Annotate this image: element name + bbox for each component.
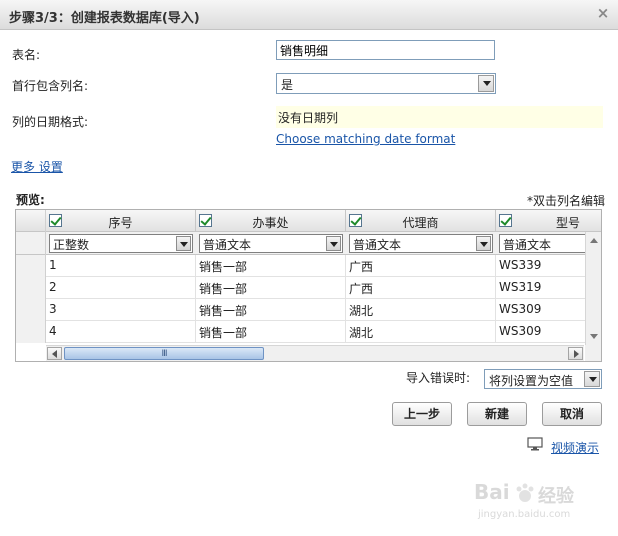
date-format-label: 列的日期格式: <box>12 115 89 129</box>
column-type-row: 正整数 普通文本 普通文本 普通文本 <box>16 232 601 255</box>
scroll-up-icon[interactable] <box>590 238 598 243</box>
chevron-down-icon[interactable] <box>478 75 494 92</box>
column-name[interactable]: 序号 <box>46 214 195 231</box>
scrollbar-corner <box>585 345 601 361</box>
checkbox-checked-icon[interactable] <box>499 214 512 227</box>
prev-step-button[interactable]: 上一步 <box>392 402 452 426</box>
table-cell: WS339 <box>499 258 542 272</box>
more-settings-link[interactable]: 更多 设置 <box>11 158 63 175</box>
table-name-label: 表名: <box>12 48 41 62</box>
column-type-value: 普通文本 <box>353 238 402 252</box>
column-type-select[interactable]: 普通文本 <box>499 234 599 253</box>
column-type-value: 正整数 <box>53 238 90 252</box>
paw-icon <box>516 483 534 502</box>
date-format-value: 没有日期列 <box>276 106 603 128</box>
table-cell: 销售一部 <box>196 277 346 299</box>
preview-grid: 序号 办事处 代理商 型号 正整数 普通文本 普通文本 普通文本 1 销售一部 … <box>15 209 602 362</box>
table-cell: 销售一部 <box>196 299 346 321</box>
table-cell: WS309 <box>499 302 542 316</box>
cancel-button[interactable]: 取消 <box>542 402 602 426</box>
table-cell: 湖北 <box>346 299 496 321</box>
table-cell: 销售一部 <box>196 255 346 277</box>
preview-hint: *双击列名编辑 <box>527 194 606 208</box>
column-type-select[interactable]: 普通文本 <box>349 234 493 253</box>
table-cell: 湖北 <box>346 321 496 343</box>
scroll-right-icon[interactable] <box>568 347 583 360</box>
close-icon[interactable]: × <box>596 5 610 21</box>
table-cell: 3 <box>46 299 196 321</box>
row-number-cell <box>16 255 46 277</box>
table-cell: 1 <box>46 255 196 277</box>
dialog-title: 步骤3/3：创建报表数据库(导入) <box>9 11 200 26</box>
watermark-url: jingyan.baidu.com <box>478 509 571 520</box>
first-row-label: 首行包含列名: <box>12 79 89 93</box>
dialog-titlebar: 步骤3/3：创建报表数据库(导入) × <box>0 0 618 30</box>
row-number-cell <box>16 277 46 299</box>
import-error-select[interactable]: 将列设置为空值 <box>484 369 602 389</box>
table-cell: WS319 <box>499 280 542 294</box>
table-cell: 销售一部 <box>196 321 346 343</box>
row-number-cell <box>16 299 46 321</box>
table-row: 3 销售一部 湖北 WS309 <box>16 299 586 321</box>
import-error-value: 将列设置为空值 <box>489 374 574 388</box>
table-cell: 广西 <box>346 277 496 299</box>
scroll-down-icon[interactable] <box>590 334 598 339</box>
import-error-label: 导入错误时: <box>406 371 471 385</box>
column-name[interactable]: 型号 <box>556 214 596 231</box>
column-type-value: 普通文本 <box>203 238 252 252</box>
chevron-down-icon[interactable] <box>326 236 341 251</box>
first-row-select[interactable]: 是 <box>276 73 496 94</box>
scroll-left-icon[interactable] <box>47 347 62 360</box>
first-row-value: 是 <box>281 78 294 92</box>
monitor-icon <box>527 437 543 451</box>
table-row: 4 销售一部 湖北 WS309 <box>16 321 586 343</box>
table-cell: 4 <box>46 321 196 343</box>
table-cell: 广西 <box>346 255 496 277</box>
column-header[interactable]: 办事处 <box>196 210 346 232</box>
row-number-cell <box>16 321 46 343</box>
watermark-text: Bai <box>474 480 510 504</box>
horizontal-scrollbar[interactable]: III <box>46 345 584 361</box>
table-name-input[interactable] <box>276 40 495 60</box>
vertical-scrollbar[interactable] <box>585 232 601 345</box>
chevron-down-icon[interactable] <box>176 236 191 251</box>
table-row: 1 销售一部 广西 WS339 <box>16 255 586 277</box>
column-header-row: 序号 办事处 代理商 型号 <box>16 210 601 232</box>
column-type-select[interactable]: 普通文本 <box>199 234 343 253</box>
column-name[interactable]: 代理商 <box>346 214 495 231</box>
chevron-down-icon[interactable] <box>584 371 600 387</box>
table-row: 2 销售一部 广西 WS319 <box>16 277 586 299</box>
row-number-cell <box>16 232 46 255</box>
choose-date-format-link[interactable]: Choose matching date format <box>276 132 455 146</box>
scrollbar-thumb[interactable]: III <box>64 347 264 360</box>
preview-title: 预览: <box>16 193 45 207</box>
watermark-text: 经验 <box>538 486 574 507</box>
column-header[interactable]: 序号 <box>46 210 196 232</box>
column-name[interactable]: 办事处 <box>196 214 345 231</box>
column-type-value: 普通文本 <box>503 238 552 252</box>
video-demo-link[interactable]: 视频演示 <box>551 439 599 456</box>
baidu-watermark: Bai 经验 jingyan.baidu.com <box>470 478 590 528</box>
table-cell: 2 <box>46 277 196 299</box>
row-number-header <box>16 210 46 232</box>
create-button[interactable]: 新建 <box>467 402 527 426</box>
column-header[interactable]: 代理商 <box>346 210 496 232</box>
column-type-select[interactable]: 正整数 <box>49 234 193 253</box>
chevron-down-icon[interactable] <box>476 236 491 251</box>
table-cell: WS309 <box>499 324 542 338</box>
column-header[interactable]: 型号 <box>496 210 601 232</box>
